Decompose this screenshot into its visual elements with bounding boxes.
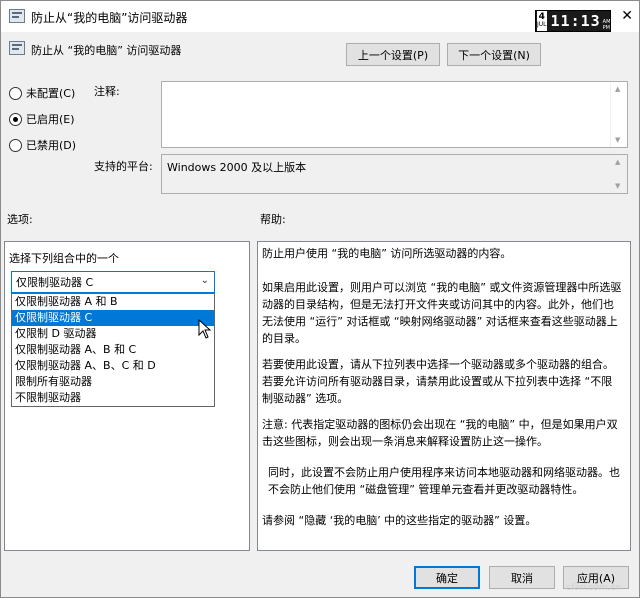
radio-enabled-label: 已启用(E) <box>26 113 75 126</box>
chevron-down-icon[interactable]: ⌄ <box>201 275 209 286</box>
radio-disabled-label: 已禁用(D) <box>26 139 77 152</box>
platform-value: Windows 2000 及以上版本 <box>167 161 307 174</box>
options-panel: 选择下列组合中的一个 仅限制驱动器 C ⌄ 仅限制驱动器 A 和 B 仅限制驱动… <box>4 241 250 551</box>
radio-not-configured[interactable]: 未配置(C) <box>9 85 75 101</box>
clock-month: JUL <box>537 21 547 28</box>
window-title: 防止从“我的电脑”访问驱动器 <box>31 11 188 25</box>
dropdown-option[interactable]: 不限制驱动器 <box>12 390 214 406</box>
radio-enabled[interactable]: 已启用(E) <box>9 111 75 127</box>
watermark: cfan.com.cn <box>566 583 621 593</box>
title-bar: 防止从“我的电脑”访问驱动器 4 JUL 11:13 AM PM ✕ <box>1 1 639 32</box>
platform-field: Windows 2000 及以上版本 ▲ ▼ <box>161 154 628 194</box>
radio-enabled-dot[interactable] <box>9 112 22 126</box>
setting-header-icon <box>9 41 25 55</box>
previous-setting-button[interactable]: 上一个设置(P) <box>346 43 440 66</box>
scroll-up-icon[interactable]: ▲ <box>615 85 620 93</box>
dropdown-option[interactable]: 仅限制驱动器 A、B 和 C <box>12 342 214 358</box>
dropdown-option[interactable]: 仅限制 D 驱动器 <box>12 326 214 342</box>
comment-scrollbar[interactable]: ▲ ▼ <box>610 82 627 147</box>
comment-textarea[interactable]: ▲ ▼ <box>161 81 628 148</box>
dropdown-option[interactable]: 仅限制驱动器 C <box>12 310 214 326</box>
drive-restriction-dropdown: 仅限制驱动器 A 和 B 仅限制驱动器 C 仅限制 D 驱动器 仅限制驱动器 A… <box>11 293 215 407</box>
scroll-down-icon[interactable]: ▼ <box>615 136 620 144</box>
ok-button[interactable]: 确定 <box>414 566 480 589</box>
dropdown-option[interactable]: 仅限制驱动器 A 和 B <box>12 294 214 310</box>
options-label: 选项: <box>7 213 33 226</box>
policy-setting-icon <box>9 9 25 23</box>
policy-dialog: 防止从“我的电脑”访问驱动器 4 JUL 11:13 AM PM ✕ 防止从 “… <box>0 0 640 598</box>
help-paragraph: 防止用户使用 “我的电脑” 访问所选驱动器的内容。 <box>262 247 512 260</box>
radio-not-configured-dot[interactable] <box>9 86 22 100</box>
next-setting-button[interactable]: 下一个设置(N) <box>447 43 541 66</box>
drive-restriction-select[interactable]: 仅限制驱动器 C ⌄ <box>11 271 215 293</box>
help-paragraph: 同时，此设置不会防止用户使用程序来访问本地驱动器和网络驱动器。也不会防止他们使用… <box>268 466 620 496</box>
radio-disabled[interactable]: 已禁用(D) <box>9 137 76 153</box>
clock-time: 11:13 <box>550 12 601 30</box>
clock-day: 4 <box>538 12 545 22</box>
clock-date: 4 JUL <box>537 11 547 31</box>
help-paragraph: 请参阅 “隐藏 ‘我的电脑’ 中的这些指定的驱动器” 设置。 <box>262 514 537 527</box>
dropdown-option[interactable]: 仅限制驱动器 A、B、C 和 D <box>12 358 214 374</box>
comment-label: 注释: <box>94 85 120 98</box>
radio-disabled-dot[interactable] <box>9 138 22 152</box>
scroll-down-icon[interactable]: ▼ <box>615 182 620 190</box>
options-prompt: 选择下列组合中的一个 <box>9 252 119 265</box>
radio-not-configured-label: 未配置(C) <box>26 87 76 100</box>
dropdown-option[interactable]: 限制所有驱动器 <box>12 374 214 390</box>
cancel-button[interactable]: 取消 <box>489 566 555 589</box>
platform-label: 支持的平台: <box>94 160 153 173</box>
close-icon[interactable]: ✕ <box>621 8 633 24</box>
scroll-up-icon[interactable]: ▲ <box>615 158 620 166</box>
help-paragraph: 若要使用此设置，请从下拉列表中选择一个驱动器或多个驱动器的组合。若要允许访问所有… <box>262 358 614 405</box>
help-paragraph: 注意: 代表指定驱动器的图标仍会出现在 “我的电脑” 中，但是如果用户双击这些图… <box>262 418 618 448</box>
help-paragraph: 如果启用此设置，则用户可以浏览 “我的电脑” 或文件资源管理器中所选驱动器的目录… <box>262 281 622 345</box>
clock-ampm: AM PM <box>602 19 611 31</box>
select-value: 仅限制驱动器 C <box>16 276 94 289</box>
platform-scrollbar[interactable]: ▲ ▼ <box>610 155 627 193</box>
mouse-cursor-icon <box>198 319 212 339</box>
clock-widget: 4 JUL 11:13 AM PM <box>535 10 611 32</box>
setting-title: 防止从 “我的电脑” 访问驱动器 <box>31 44 182 57</box>
help-label: 帮助: <box>260 213 286 226</box>
help-panel: 防止用户使用 “我的电脑” 访问所选驱动器的内容。 如果启用此设置，则用户可以浏… <box>257 241 631 551</box>
